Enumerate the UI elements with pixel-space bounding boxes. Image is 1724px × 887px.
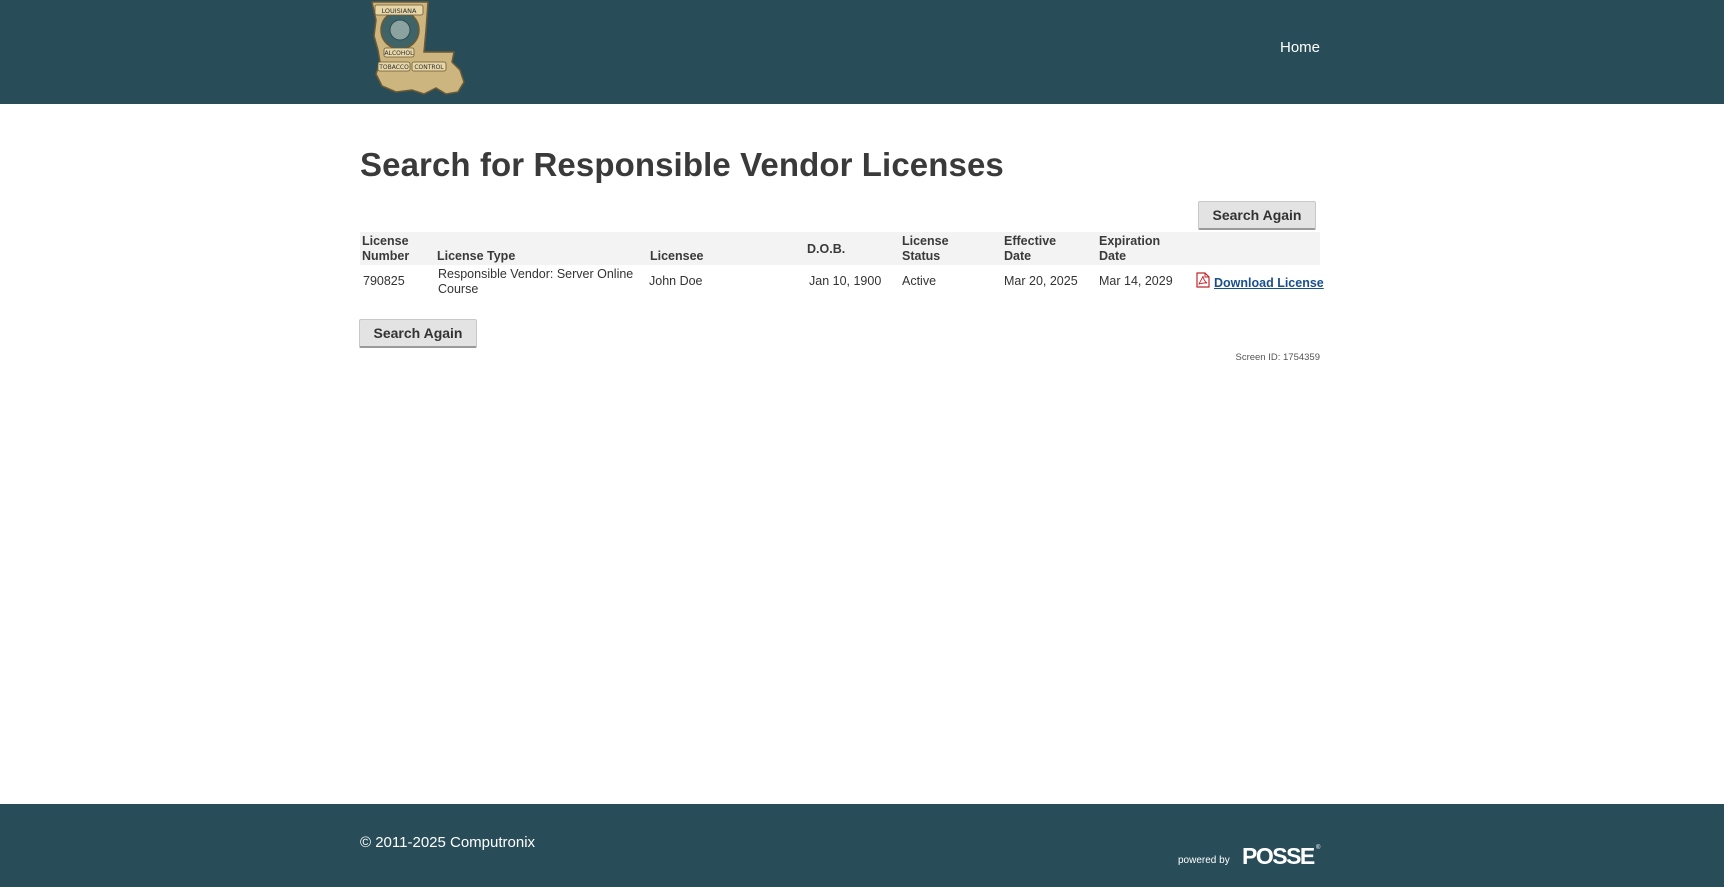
col-licensee[interactable]: Licensee [650, 249, 704, 264]
col-effective-date-line2: Date [1004, 249, 1032, 263]
cell-license-type-line2: Course [438, 282, 479, 296]
col-effective-date-line1: Effective [1004, 234, 1057, 248]
logo-text-control: CONTROL [414, 64, 444, 71]
cell-status: Active [902, 274, 937, 288]
col-license-status-line1: License [902, 234, 949, 248]
louisiana-atc-logo-icon[interactable]: LOUISIANA ALCOHOL TOBACCO CONTROL [366, 0, 468, 98]
table-header: License Number License Type Licensee D.O… [360, 232, 1320, 265]
results-table: License Number License Type Licensee D.O… [360, 232, 1324, 300]
logo-text-louisiana: LOUISIANA [382, 7, 418, 15]
cell-license-type-line1: Responsible Vendor: Server Online [438, 267, 634, 281]
page-title: Search for Responsible Vendor Licenses [360, 146, 1004, 183]
col-license-status[interactable]: License Status [902, 234, 949, 264]
cell-licensee: John Doe [649, 274, 703, 288]
col-expiration-date-line2: Date [1099, 249, 1127, 263]
cell-dob: Jan 10, 1900 [809, 274, 882, 288]
col-effective-date[interactable]: Effective Date [1004, 234, 1056, 264]
pdf-file-icon[interactable] [1195, 272, 1211, 288]
cell-effective-date: Mar 20, 2025 [1004, 274, 1078, 288]
registered-mark: ® [1316, 845, 1321, 851]
col-expiration-date[interactable]: Expiration Date [1099, 234, 1160, 264]
site-header: LOUISIANA ALCOHOL TOBACCO CONTROL Home [0, 0, 1724, 104]
col-license-status-line2: Status [902, 249, 941, 263]
site-footer: © 2011-2025 Computronix powered by POSSE… [0, 804, 1724, 887]
col-expiration-date-line1: Expiration [1099, 234, 1161, 248]
search-again-button-top[interactable]: Search Again [1198, 201, 1316, 230]
logo-text-tobacco: TOBACCO [378, 64, 409, 71]
nav-home-link[interactable]: Home [1270, 39, 1320, 56]
copyright-text: © 2011-2025 Computronix [360, 834, 536, 851]
search-again-button-bottom[interactable]: Search Again [359, 319, 477, 348]
download-license-link[interactable]: Download License [1214, 276, 1324, 290]
powered-by-posse[interactable]: powered by POSSE ® [1160, 843, 1321, 869]
cell-license-number: 790825 [363, 274, 405, 288]
cell-expiration-date: Mar 14, 2029 [1099, 274, 1173, 288]
cell-license-type: Responsible Vendor: Server Online Course [438, 267, 633, 297]
logo-text-alcohol: ALCOHOL [385, 50, 415, 57]
col-license-number-line2: Number [362, 249, 410, 263]
col-dob[interactable]: D.O.B. [807, 242, 845, 257]
col-license-type[interactable]: License Type [437, 249, 515, 264]
col-license-number-line1: License [362, 234, 409, 248]
powered-by-label: powered by [1178, 855, 1230, 866]
screen-id-label: Screen ID: 1754359 [1235, 352, 1320, 363]
col-license-number[interactable]: License Number [362, 234, 409, 264]
posse-logo: POSSE [1242, 843, 1315, 869]
